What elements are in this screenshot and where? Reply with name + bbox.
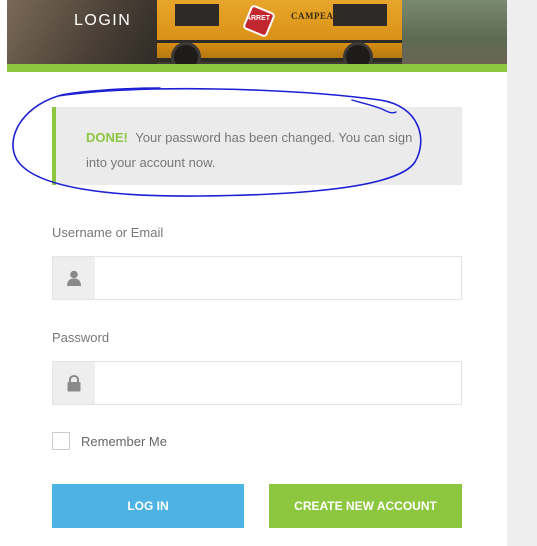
password-input[interactable] xyxy=(95,362,461,404)
remember-me-row: Remember Me xyxy=(52,431,167,451)
remember-me-checkbox[interactable] xyxy=(52,432,70,450)
stop-sign-text: ARRET xyxy=(245,15,271,22)
username-field-group xyxy=(52,256,462,300)
notice-text: DONE! Your password has been changed. Yo… xyxy=(86,125,436,175)
notice-message: Your password has been changed. You can … xyxy=(86,130,413,170)
username-icon-box xyxy=(53,257,95,299)
password-label: Password xyxy=(52,330,110,345)
login-button[interactable]: LOG IN xyxy=(52,484,244,528)
create-account-button[interactable]: CREATE NEW ACCOUNT xyxy=(269,484,462,528)
success-notice: DONE! Your password has been changed. Yo… xyxy=(52,107,462,185)
username-label: Username or Email xyxy=(52,225,164,240)
username-input[interactable] xyxy=(95,257,461,299)
lock-icon xyxy=(67,374,81,391)
page-title: LOGIN xyxy=(74,12,132,29)
user-icon xyxy=(67,270,81,286)
password-icon-box xyxy=(53,362,95,404)
login-page: ARRET CAMPEAU 290 LOGIN DONE! Your passw… xyxy=(0,0,537,546)
banner-background-left xyxy=(7,0,157,64)
bus-brand-text: CAMPEAU xyxy=(291,11,341,21)
header-banner: ARRET CAMPEAU 290 LOGIN xyxy=(7,0,507,64)
password-field-group xyxy=(52,361,462,405)
page-gutter xyxy=(507,0,537,546)
bus-number-text: 290 xyxy=(179,13,190,19)
banner-background-right xyxy=(402,0,507,64)
notice-status: DONE! xyxy=(86,130,128,145)
school-bus-image: ARRET CAMPEAU 290 xyxy=(157,0,407,64)
header-accent-bar xyxy=(7,64,507,72)
remember-me-label[interactable]: Remember Me xyxy=(81,434,167,449)
